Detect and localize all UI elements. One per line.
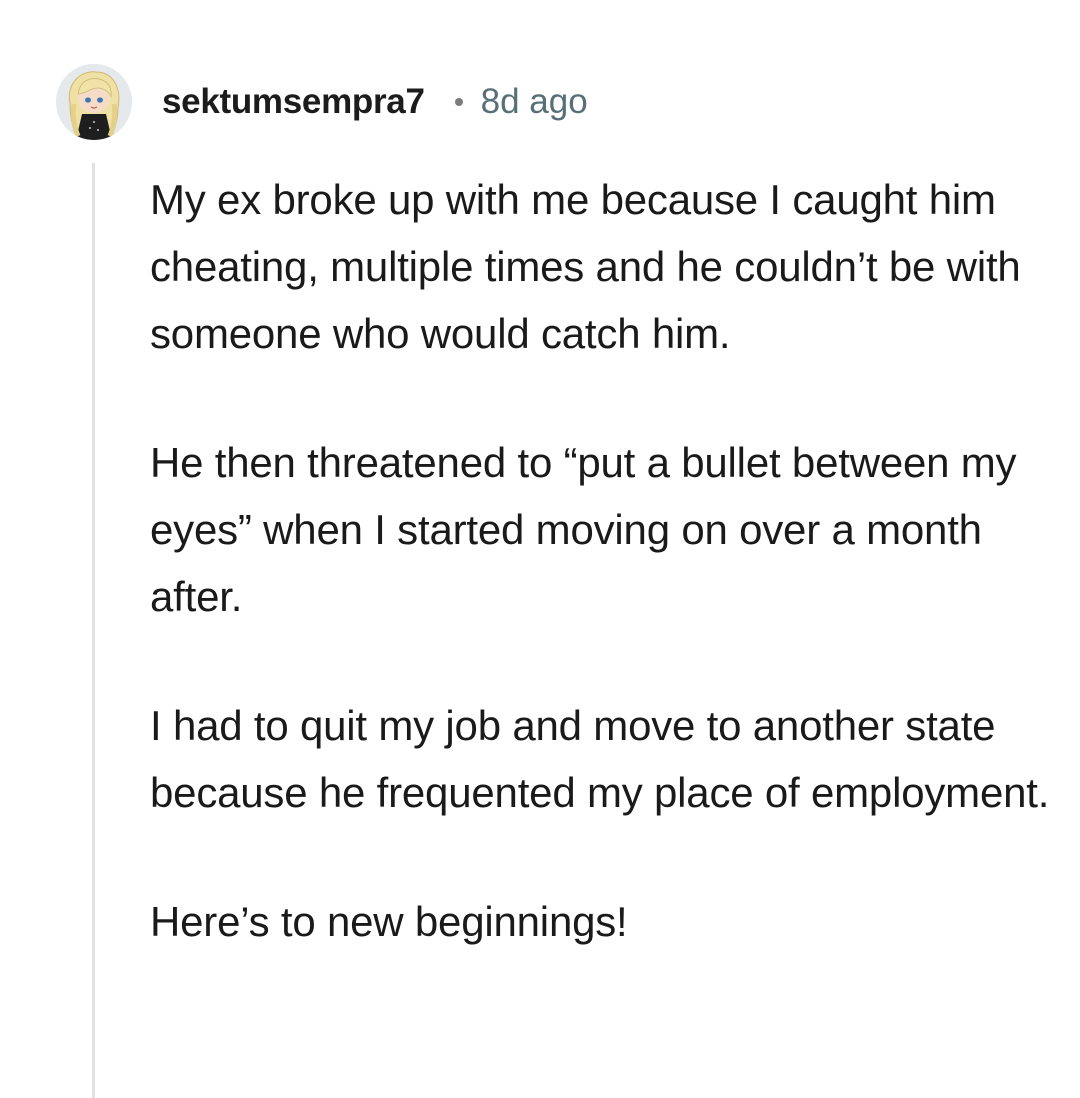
comment-author[interactable]: sektumsempra7 <box>162 82 425 122</box>
comment-paragraph: He then threatened to “put a bullet betw… <box>150 439 1017 620</box>
avatar[interactable] <box>56 64 132 140</box>
user-avatar-icon <box>56 64 132 140</box>
separator-dot <box>454 98 463 106</box>
comment: sektumsempra7 8d ago My ex broke up with… <box>0 0 1080 1098</box>
comment-header: sektumsempra7 8d ago <box>56 62 588 142</box>
comment-body: My ex broke up with me because I caught … <box>150 166 1050 955</box>
comment-paragraph: My ex broke up with me because I caught … <box>150 176 1021 357</box>
comment-paragraph: I had to quit my job and move to another… <box>150 702 1050 816</box>
comment-paragraph: Here’s to new beginnings! <box>150 898 628 945</box>
thread-line[interactable] <box>92 163 95 1098</box>
comment-timestamp[interactable]: 8d ago <box>481 82 588 122</box>
